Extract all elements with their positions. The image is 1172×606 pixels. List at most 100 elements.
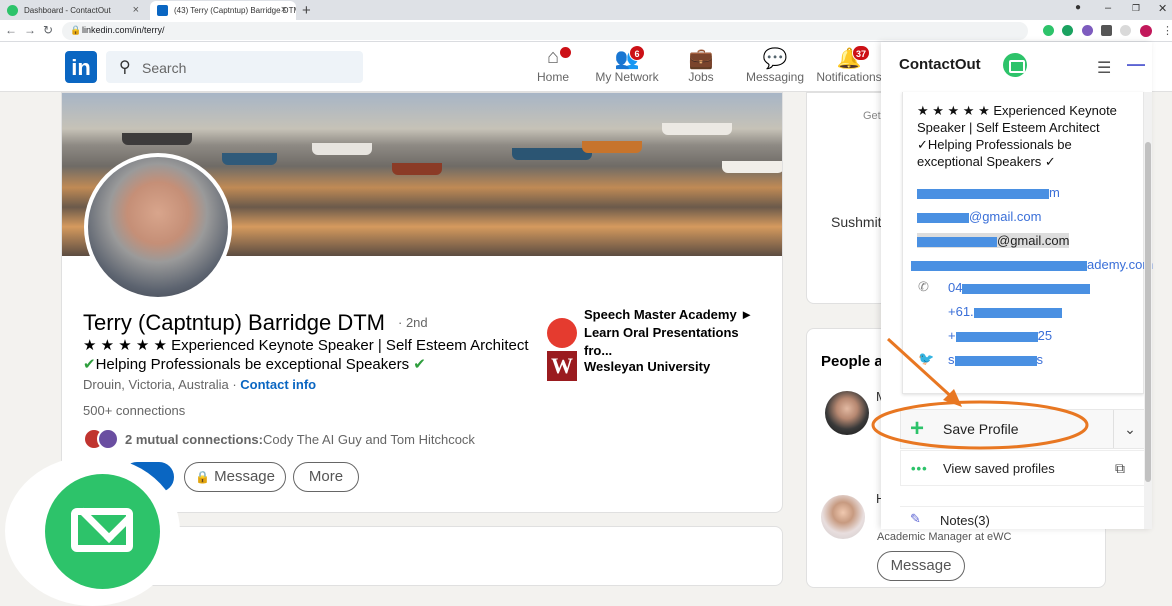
url-field[interactable]: 🔒 linkedin.com/in/terry/ bbox=[62, 22, 1028, 40]
messaging-icon: 💬 bbox=[762, 48, 788, 70]
address-bar-row: ← → ↻ 🔒 linkedin.com/in/terry/ bbox=[0, 20, 1172, 42]
message-button[interactable]: 🔒 Message bbox=[184, 462, 286, 492]
avatar[interactable] bbox=[821, 495, 865, 539]
jobs-icon: 💼 bbox=[688, 48, 714, 70]
nav-home[interactable]: ⌂ Home bbox=[513, 46, 593, 84]
contactout-bio: ★ ★ ★ ★ ★ Experienced Keynote Speaker | … bbox=[917, 103, 1117, 169]
phone-link[interactable]: +25 bbox=[948, 328, 1052, 343]
kebab-menu-icon[interactable]: ⋮ bbox=[1162, 24, 1172, 37]
phone-text: + bbox=[948, 328, 956, 343]
contactout-logo-text: ContactOut bbox=[899, 56, 981, 73]
extension-icon[interactable] bbox=[1120, 25, 1131, 36]
save-profile-label: Save Profile bbox=[943, 421, 1019, 437]
contactout-header: ContactOut ☰ — bbox=[881, 42, 1152, 92]
new-tab-icon[interactable]: + bbox=[302, 2, 311, 19]
external-link-icon: ⧉ bbox=[1115, 460, 1125, 476]
contact-info-link[interactable]: Contact info bbox=[240, 377, 316, 392]
back-icon[interactable]: ← bbox=[5, 23, 17, 37]
minimize-icon[interactable]: – bbox=[1105, 2, 1111, 14]
profile-name: Terry (Captntup) Barridge DTM bbox=[83, 310, 385, 335]
message-label: Message bbox=[214, 468, 275, 485]
speech-master-logo bbox=[547, 318, 577, 348]
connections-count[interactable]: 500+ connections bbox=[83, 403, 185, 418]
contactout-favicon-icon bbox=[7, 5, 18, 16]
browser-tab-dashboard[interactable]: Dashboard - ContactOut × bbox=[0, 1, 148, 20]
minimize-panel-icon[interactable]: — bbox=[1127, 54, 1145, 75]
network-badge: 6 bbox=[629, 45, 645, 61]
chevron-down-icon[interactable]: ⌄ bbox=[1113, 410, 1146, 448]
email-link[interactable]: @gmail.com bbox=[917, 209, 1041, 224]
person-job: Academic Manager at eWC bbox=[877, 531, 1012, 543]
phone-link[interactable]: 04 bbox=[948, 280, 1091, 295]
tab-title: Dashboard - ContactOut bbox=[24, 6, 111, 15]
email-text: @gmail.com bbox=[997, 233, 1070, 248]
check-icon: ✔ bbox=[83, 356, 96, 373]
email-text: @gmail.com bbox=[969, 209, 1042, 224]
education-item[interactable]: W Wesleyan University bbox=[547, 351, 710, 381]
linkedin-logo[interactable]: in bbox=[65, 51, 97, 83]
mutual-names: Cody The AI Guy and Tom Hitchcock bbox=[262, 431, 475, 447]
avatar[interactable] bbox=[825, 391, 869, 435]
profile-card: Terry (Captntup) Barridge DTM · 2nd ★ ★ … bbox=[61, 92, 783, 513]
scrollbar[interactable] bbox=[1144, 92, 1152, 529]
profile-avatar-icon[interactable] bbox=[1140, 25, 1152, 37]
nav-my-network[interactable]: 👥 6 My Network bbox=[587, 45, 667, 84]
nav-jobs[interactable]: 💼 Jobs bbox=[661, 46, 741, 84]
more-button[interactable]: More bbox=[293, 462, 359, 492]
phone-link[interactable]: +61. bbox=[948, 304, 1062, 319]
twitter-link[interactable]: ss bbox=[948, 352, 1043, 367]
url-text: linkedin.com/in/terry/ bbox=[82, 25, 165, 35]
nav-label: My Network bbox=[595, 70, 659, 84]
profile-avatar[interactable] bbox=[84, 153, 232, 301]
twitter-text: s bbox=[1036, 352, 1044, 367]
lock-icon: 🔒 bbox=[70, 25, 82, 35]
extension-icon[interactable] bbox=[1062, 25, 1073, 36]
phone-text: +61. bbox=[948, 304, 974, 319]
close-tab-icon[interactable]: × bbox=[133, 4, 139, 16]
maximize-icon[interactable]: ❐ bbox=[1132, 3, 1140, 14]
view-saved-profiles-link[interactable]: ••• View saved profiles ⧉ bbox=[900, 450, 1146, 486]
twitter-icon: 🐦 bbox=[918, 351, 935, 366]
home-icon: ⌂ bbox=[513, 46, 593, 70]
nav-messaging[interactable]: 💬 Messaging bbox=[735, 46, 815, 84]
close-window-icon[interactable]: ✕ bbox=[1158, 2, 1167, 15]
message-button[interactable]: Message bbox=[877, 551, 965, 581]
phone-icon: ✆ bbox=[918, 279, 929, 294]
pencil-icon: ✎ bbox=[910, 511, 921, 526]
extension-icon[interactable] bbox=[1082, 25, 1093, 36]
hamburger-menu-icon[interactable]: ☰ bbox=[1097, 58, 1111, 78]
puzzle-icon[interactable] bbox=[1101, 25, 1112, 36]
profile-headline-line1: ★ ★ ★ ★ ★ Experienced Keynote Speaker | … bbox=[83, 337, 529, 354]
close-tab-icon[interactable]: × bbox=[281, 4, 287, 16]
email-link[interactable]: @gmail.com bbox=[917, 233, 1070, 248]
nav-label: Messaging bbox=[745, 70, 805, 84]
search-input[interactable]: ⚲ Search bbox=[106, 51, 363, 83]
phone-text: 25 bbox=[1037, 328, 1053, 343]
contactout-logo-icon bbox=[1003, 53, 1027, 77]
email-link[interactable]: ademy.com bbox=[911, 257, 1153, 272]
reload-icon[interactable]: ↻ bbox=[43, 23, 53, 37]
email-text: m bbox=[1049, 185, 1060, 200]
forward-icon[interactable]: → bbox=[24, 23, 36, 37]
headline-text: Helping Professionals be exceptional Spe… bbox=[95, 356, 410, 373]
notes-item[interactable]: ✎ Notes(3) bbox=[900, 506, 1146, 529]
nav-label: Notifications bbox=[816, 70, 882, 84]
wesleyan-logo: W bbox=[547, 351, 577, 381]
partial-text: Get bbox=[863, 110, 881, 122]
nav-notifications[interactable]: 🔔 37 Notifications bbox=[809, 45, 889, 84]
contactout-extension-icon[interactable] bbox=[1043, 25, 1054, 36]
profile-dot-icon[interactable]: ● bbox=[1075, 2, 1081, 13]
view-saved-label: View saved profiles bbox=[943, 461, 1055, 476]
search-icon: ⚲ bbox=[119, 59, 131, 76]
nav-label: Home bbox=[536, 70, 569, 84]
mutual-connections[interactable]: 2 mutual connections: Cody The AI Guy an… bbox=[83, 426, 475, 452]
phone-text: 04 bbox=[948, 280, 963, 295]
contactout-launcher-icon[interactable] bbox=[45, 474, 160, 589]
people-title: People al bbox=[821, 353, 887, 370]
browser-tab-linkedin[interactable]: (43) Terry (Captntup) Barridge DTM × bbox=[150, 1, 296, 20]
email-link[interactable]: m bbox=[917, 185, 1060, 200]
education-name: Wesleyan University bbox=[584, 358, 711, 374]
plus-icon: + bbox=[910, 415, 925, 442]
check-icon: ✔ bbox=[413, 356, 426, 373]
save-profile-button[interactable]: + Save Profile ⌄ bbox=[900, 409, 1146, 449]
